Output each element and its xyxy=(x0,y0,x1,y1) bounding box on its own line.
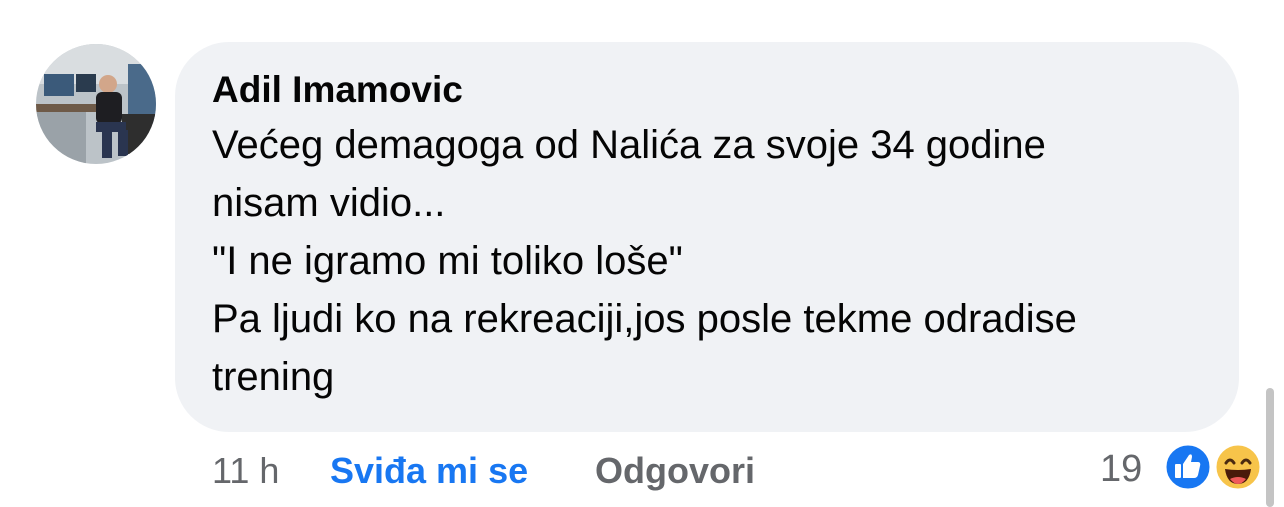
comment-line: nisam vidio... xyxy=(212,181,446,225)
comment-line: Pa ljudi ko na rekreaciji,jos posle tekm… xyxy=(212,297,1077,341)
scrollbar[interactable] xyxy=(1266,388,1274,507)
comment-text: Većeg demagoga od Nalića za svoje 34 god… xyxy=(212,116,1222,406)
reaction-icons[interactable] xyxy=(1163,442,1263,492)
like-icon xyxy=(1163,442,1213,492)
avatar-photo xyxy=(36,44,156,164)
like-button[interactable]: Sviđa mi se xyxy=(330,447,528,495)
comment-timestamp[interactable]: 11 h xyxy=(212,447,279,495)
comment-line: "I ne igramo mi toliko loše" xyxy=(212,239,683,283)
comment-line: trening xyxy=(212,355,335,399)
reaction-count[interactable]: 19 xyxy=(1100,445,1142,493)
avatar[interactable] xyxy=(36,44,156,164)
reply-button[interactable]: Odgovori xyxy=(595,447,755,495)
comment-line: Većeg demagoga od Nalića za svoje 34 god… xyxy=(212,123,1046,167)
comment-author[interactable]: Adil Imamovic xyxy=(212,66,463,114)
haha-icon xyxy=(1213,442,1263,492)
